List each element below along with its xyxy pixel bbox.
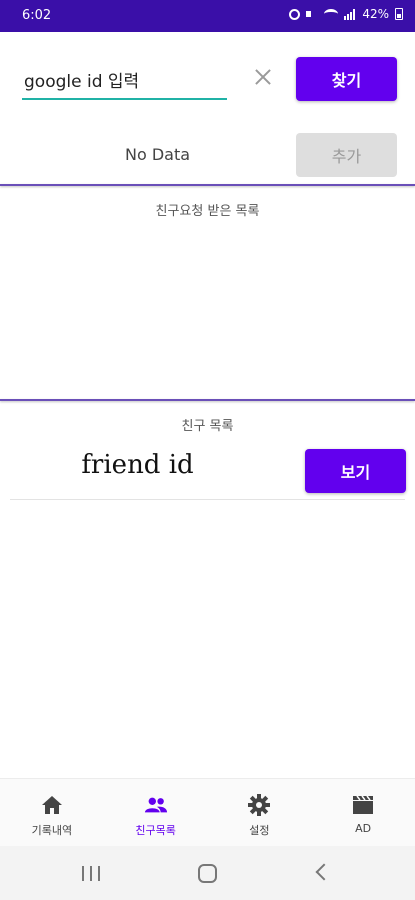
view-friend-button[interactable]: 보기 <box>305 449 406 493</box>
people-icon <box>144 793 168 817</box>
friend-list-item: friend id 보기 <box>10 440 406 500</box>
nav-label: 설정 <box>249 824 270 837</box>
home-icon <box>40 793 64 817</box>
battery-icon <box>395 8 403 20</box>
back-icon[interactable] <box>315 863 333 881</box>
friend-id-text: friend id <box>81 450 194 480</box>
received-requests-title: 친구요청 받은 목록 <box>155 204 260 219</box>
status-time: 6:02 <box>22 8 52 23</box>
search-result-text: No Data <box>124 145 191 164</box>
nav-item-ad[interactable]: AD <box>311 779 415 846</box>
google-id-search-input[interactable] <box>22 60 227 100</box>
nav-label: 친구목록 <box>135 824 176 837</box>
clear-icon[interactable] <box>252 66 274 88</box>
battery-percent: 42% <box>362 7 389 21</box>
clapperboard-icon <box>351 793 375 817</box>
alarm-icon <box>289 8 301 20</box>
settings-icon <box>247 793 271 817</box>
find-button[interactable]: 찾기 <box>296 57 397 101</box>
recents-icon[interactable] <box>82 866 100 881</box>
signal-icon <box>344 8 356 20</box>
wifi-icon <box>324 9 339 19</box>
bottom-navigation: 기록내역 친구목록 설정 AD <box>0 778 415 846</box>
nav-label: AD <box>355 822 372 835</box>
nav-item-settings[interactable]: 설정 <box>208 779 312 846</box>
nav-item-friends[interactable]: 친구목록 <box>104 779 208 846</box>
friend-list-title: 친구 목록 <box>181 419 234 434</box>
add-friend-button[interactable]: 추가 <box>296 133 397 177</box>
mute-icon <box>306 9 318 19</box>
section-divider <box>0 184 415 186</box>
nav-item-history[interactable]: 기록내역 <box>0 779 104 846</box>
home-button-icon[interactable] <box>198 864 217 883</box>
section-divider <box>0 399 415 401</box>
nav-label: 기록내역 <box>31 824 73 837</box>
status-bar: 6:02 42% <box>0 0 415 32</box>
status-icons: 42% <box>289 7 403 21</box>
system-navigation-bar <box>0 846 415 900</box>
